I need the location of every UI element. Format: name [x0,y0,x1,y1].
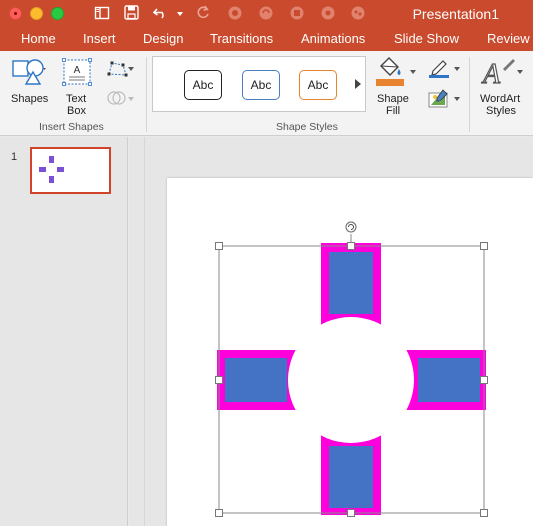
tab-home[interactable]: Home [21,31,56,46]
shape-effects-chevron-icon[interactable] [454,97,460,101]
merge-shapes-chevron-icon [128,97,134,101]
merge-shapes-icon [106,89,128,112]
wordart-label-line2[interactable]: Styles [486,105,516,117]
tab-insert[interactable]: Insert [83,31,116,46]
shape-fill-chevron-icon[interactable] [410,70,416,74]
shape-fill-top[interactable] [329,252,373,314]
maximize-window-button[interactable] [51,7,64,20]
shape-style-3[interactable]: Abc [299,70,337,100]
shape-fill-left[interactable] [225,358,287,402]
slide-number: 1 [11,151,18,163]
resize-handle-top-left[interactable] [215,242,223,250]
shapes-button-label[interactable]: Shapes [11,93,48,105]
document-title: Presentation1 [412,6,499,22]
undo-dropdown-chevron-icon[interactable] [177,12,183,16]
shapes-icon[interactable] [12,58,48,91]
sidebar-toggle-icon[interactable] [94,5,110,21]
undo-icon[interactable] [153,5,171,20]
shape-fill-label-line1[interactable]: Shape [377,93,409,105]
title-bar: Presentation1 [0,0,533,28]
wordart-icon[interactable]: A [480,55,517,94]
shape-fill-bottom[interactable] [329,446,373,508]
text-box-label-line2[interactable]: Box [67,105,86,117]
insert-shapes-group-label: Insert Shapes [39,121,104,133]
selected-shape-group[interactable] [167,178,533,526]
rotate-handle-icon[interactable] [345,221,357,233]
ribbon-separator [146,57,147,132]
shape-style-2[interactable]: Abc [242,70,280,100]
shape-styles-gallery[interactable]: Abc Abc Abc [152,56,366,112]
resize-handle-bottom-left[interactable] [215,509,223,517]
edit-shape-chevron-icon[interactable] [128,67,134,71]
shape-outline-pen-icon[interactable] [428,59,450,84]
shape-styles-group-label: Shape Styles [276,121,338,133]
slide-canvas[interactable] [167,178,533,526]
edit-shape-icon[interactable] [106,60,134,83]
shape-outline-chevron-icon[interactable] [454,67,460,71]
tab-transitions[interactable]: Transitions [210,31,273,46]
svg-text:A: A [74,65,81,76]
text-box-label-line1[interactable]: Text [66,93,86,105]
shape-fill-right[interactable] [418,358,480,402]
resize-handle-top[interactable] [347,242,355,250]
resize-handle-bottom-right[interactable] [480,509,488,517]
pane-divider[interactable] [144,137,145,526]
shape-style-1[interactable]: Abc [184,70,222,100]
minimize-window-button[interactable] [30,7,43,20]
save-icon[interactable] [124,5,139,20]
shape-fill-label-line2[interactable]: Fill [386,105,400,117]
shape-effects-icon[interactable] [428,89,450,114]
slide-thumbnail[interactable] [30,147,111,194]
present-icon [227,5,243,21]
thumbnail-preview [39,156,64,183]
resize-handle-right[interactable] [480,376,488,384]
customize-toolbar-icon [350,5,366,21]
tab-slide-show[interactable]: Slide Show [394,31,459,46]
record-icon [258,5,274,21]
tab-review[interactable]: Review [487,31,530,46]
close-window-button[interactable] [9,7,22,20]
rehearse-icon [289,5,305,21]
wordart-chevron-icon[interactable] [517,70,523,74]
wordart-label-line1[interactable]: WordArt [480,93,520,105]
redo-icon [196,5,210,20]
text-box-icon[interactable]: A [62,58,92,91]
ribbon: Shapes A Text Box Insert Shapes Abc Abc … [0,51,533,136]
ribbon-tabs: Home Insert Design Transitions Animation… [0,28,533,51]
resize-handle-left[interactable] [215,376,223,384]
resize-handle-bottom[interactable] [347,509,355,517]
tab-design[interactable]: Design [143,31,183,46]
resize-handle-top-right[interactable] [480,242,488,250]
ribbon-separator [469,57,470,132]
svg-text:A: A [481,59,501,89]
gallery-expand-arrow-icon[interactable] [355,79,361,89]
slide-thumbnails-pane: 1 [0,137,128,526]
paint-bucket-icon[interactable] [375,56,405,93]
slideshow-start-icon [320,5,336,21]
tab-animations[interactable]: Animations [301,31,365,46]
